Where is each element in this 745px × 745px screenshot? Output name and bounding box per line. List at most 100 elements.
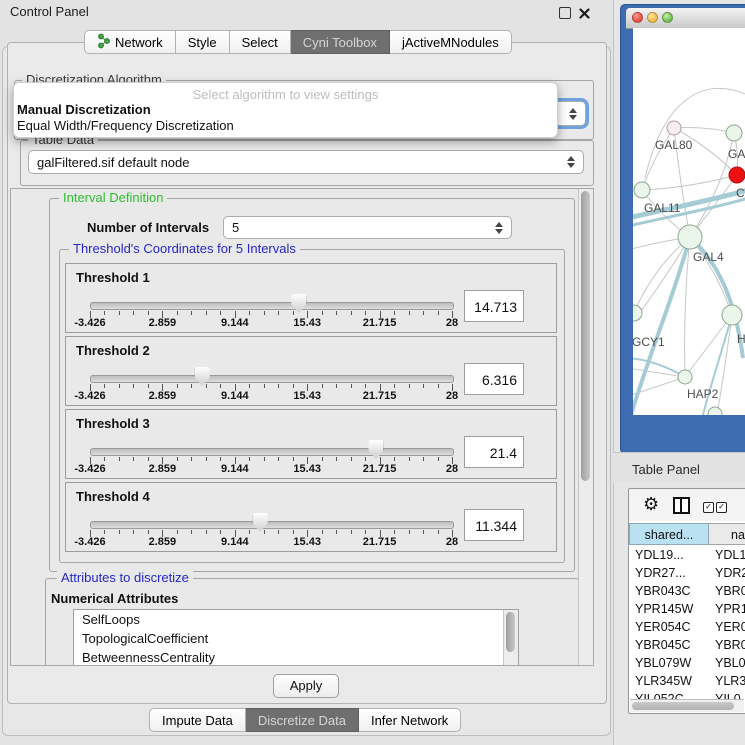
tab-label: Style <box>188 35 217 50</box>
table-row[interactable]: YLR345W YLR3 <box>629 672 745 690</box>
tab-label: jActiveMNodules <box>402 35 499 50</box>
zoom-traffic-light-icon[interactable] <box>662 12 673 23</box>
tick-mark <box>365 530 366 534</box>
popup-option-manual-discretization[interactable]: Manual Discretization <box>17 102 151 117</box>
tab-jactivemnodules[interactable]: jActiveMNodules <box>390 30 512 54</box>
table-row[interactable]: YBL079W YBL0 <box>629 654 745 672</box>
tab-network[interactable]: Network <box>84 30 176 54</box>
tab-select[interactable]: Select <box>230 30 291 54</box>
slider-track[interactable] <box>90 521 454 529</box>
node-label: C <box>736 186 745 200</box>
threshold-value-field[interactable]: 21.4 <box>464 436 524 468</box>
number-of-intervals-combobox[interactable]: 5 <box>223 216 512 239</box>
tick-label: 28 <box>446 317 458 329</box>
tick-label: 21.715 <box>363 536 397 548</box>
tab-discretize-data[interactable]: Discretize Data <box>246 708 359 732</box>
stepper-icon <box>495 222 503 234</box>
attributes-scrollbar[interactable] <box>503 610 518 666</box>
tick-mark <box>336 311 337 315</box>
close-icon[interactable] <box>579 6 590 24</box>
network-node-gcy1[interactable] <box>633 305 642 321</box>
table-data-combobox[interactable]: galFiltered.sif default node <box>28 150 584 174</box>
checkbox-icon[interactable]: ✓ <box>716 502 727 513</box>
horizontal-scrollbar[interactable] <box>630 699 744 712</box>
network-icon <box>97 33 110 52</box>
tick-mark <box>148 384 149 388</box>
tick-mark <box>133 530 134 534</box>
tick-mark <box>206 384 207 388</box>
float-window-icon[interactable] <box>559 7 571 19</box>
network-node-c[interactable] <box>729 167 745 183</box>
attribute-item[interactable]: SelfLoops <box>74 610 518 629</box>
table-row[interactable]: YPR145W YPR1 <box>629 600 745 618</box>
popup-option-equal-width-frequency[interactable]: Equal Width/Frequency Discretization <box>17 118 234 133</box>
slider-thumb[interactable] <box>195 367 210 386</box>
settings-scrollbar[interactable] <box>578 189 593 665</box>
tick-mark <box>322 457 323 461</box>
tab-label: Infer Network <box>371 713 448 728</box>
threshold-panel: Threshold 3 -3.4262.8599.14415.4321.7152… <box>65 409 557 479</box>
tab-style[interactable]: Style <box>176 30 230 54</box>
threshold-value-field[interactable]: 14.713 <box>464 290 524 322</box>
minimize-traffic-light-icon[interactable] <box>647 12 658 23</box>
tab-cyni-toolbox[interactable]: Cyni Toolbox <box>291 30 390 54</box>
slider-track[interactable] <box>90 448 454 456</box>
slider-track[interactable] <box>90 302 454 310</box>
tick-mark <box>133 384 134 388</box>
table-row[interactable]: YBR045C YBR0 <box>629 636 745 654</box>
threshold-value-field[interactable]: 6.316 <box>464 363 524 395</box>
tick-mark <box>423 530 424 534</box>
tick-mark <box>336 530 337 534</box>
network-node-ga[interactable] <box>726 125 742 141</box>
close-traffic-light-icon[interactable] <box>632 12 643 23</box>
column-header-name[interactable]: na <box>709 523 745 545</box>
table-panel: ⚙ ✓ ✓ shared... na YDL19... YDL1 YDR27..… <box>628 488 745 714</box>
table-row[interactable]: YDL19... YDL1 <box>629 546 745 564</box>
node-label: GCY1 <box>633 335 665 349</box>
apply-button[interactable]: Apply <box>273 674 339 698</box>
attribute-item[interactable]: TopologicalCoefficient <box>74 629 518 648</box>
number-of-intervals-label: Number of Intervals <box>87 220 209 235</box>
column-header-shared-name[interactable]: shared... <box>629 523 709 545</box>
tick-label: 15.43 <box>293 536 321 548</box>
table-row[interactable]: YER054C YER0 <box>629 618 745 636</box>
tick-mark <box>104 457 105 461</box>
tick-mark <box>206 311 207 315</box>
slider-track[interactable] <box>90 375 454 383</box>
cell-name: YBL0 <box>715 654 745 672</box>
network-node-gal11[interactable] <box>634 182 650 198</box>
split-columns-icon[interactable] <box>673 497 690 514</box>
network-node-gal4[interactable] <box>678 225 702 249</box>
tick-mark <box>394 311 395 315</box>
cell-shared-name: YBR045C <box>635 636 691 654</box>
table-row[interactable]: YBR043C YBR0 <box>629 582 745 600</box>
horizontal-scrollbar-thumb[interactable] <box>632 702 734 710</box>
tick-mark <box>293 311 294 315</box>
tick-mark <box>206 457 207 461</box>
network-node-hap2[interactable] <box>678 370 692 384</box>
cell-name: YBR0 <box>715 582 745 600</box>
slider-thumb[interactable] <box>368 440 383 459</box>
tick-label: -3.426 <box>74 536 105 548</box>
tab-infer-network[interactable]: Infer Network <box>359 708 461 732</box>
network-node[interactable] <box>708 407 722 415</box>
slider-thumb[interactable] <box>253 513 268 532</box>
tick-mark <box>365 311 366 315</box>
threshold-label: Threshold 4 <box>76 489 150 504</box>
network-node-gal80[interactable] <box>667 121 681 135</box>
tick-mark <box>322 384 323 388</box>
attributes-scrollbar-thumb[interactable] <box>506 612 515 652</box>
tick-mark <box>394 384 395 388</box>
popup-placeholder: Select algorithm to view settings <box>14 87 557 102</box>
network-node-h[interactable] <box>722 305 742 325</box>
tab-impute-data[interactable]: Impute Data <box>149 708 246 732</box>
table-row[interactable]: YDR27... YDR2 <box>629 564 745 582</box>
threshold-value-field[interactable]: 11.344 <box>464 509 524 541</box>
settings-scrollbar-thumb[interactable] <box>581 191 590 481</box>
threshold-panel: Threshold 4 -3.4262.8599.14415.4321.7152… <box>65 482 557 552</box>
gear-icon[interactable]: ⚙ <box>643 492 659 516</box>
checkbox-icon[interactable]: ✓ <box>703 502 714 513</box>
network-canvas[interactable]: GAL80GACGAL11GAL4GCY1HHAP2 <box>633 28 745 415</box>
attribute-item[interactable]: BetweennessCentrality <box>74 648 518 666</box>
cell-name: YBR0 <box>715 636 745 654</box>
